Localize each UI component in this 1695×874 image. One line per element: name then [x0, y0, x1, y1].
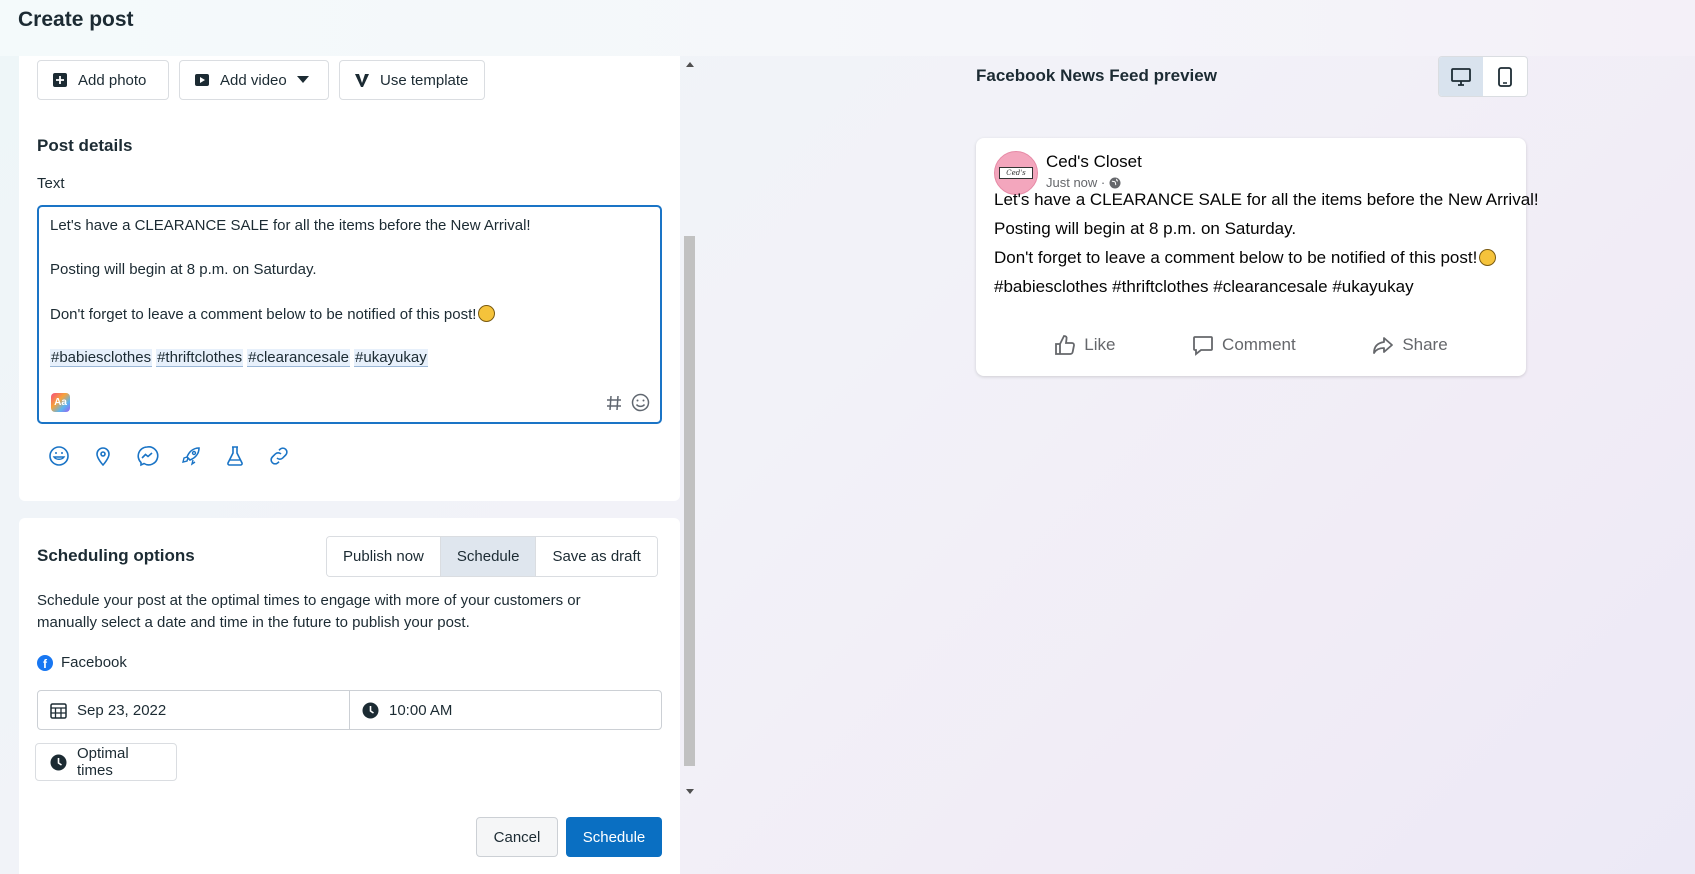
cancel-button[interactable]: Cancel — [476, 817, 558, 857]
comment-label: Comment — [1222, 335, 1296, 354]
optimal-times-label: Optimal times — [77, 745, 129, 779]
page-logo-icon: Ced's — [999, 167, 1033, 179]
text-line-2: Posting will begin at 8 p.m. on Saturday… — [50, 261, 317, 278]
facebook-icon: f — [37, 654, 53, 671]
preview-device-toggle — [1438, 56, 1528, 97]
footer-bar: Cancel Schedule — [19, 798, 680, 874]
page-title: Create post — [18, 8, 134, 31]
time-value: 10:00 AM — [389, 701, 453, 719]
clock-icon — [362, 702, 379, 718]
scheduling-card: Scheduling options Publish now Schedule … — [19, 518, 680, 798]
hashtag[interactable]: #ukayukay — [354, 349, 428, 367]
text-format-icon[interactable]: Aa — [51, 393, 70, 412]
editor-scroll-area: Add photo Add video Use template Post de… — [19, 56, 680, 798]
optimal-times-button[interactable]: Optimal times — [35, 743, 177, 781]
preview-line-3-text: Don't forget to leave a comment below to… — [994, 248, 1478, 267]
mobile-preview-button[interactable] — [1483, 57, 1527, 96]
preview-line-1: Let's have a CLEARANCE SALE for all the … — [994, 190, 1539, 209]
use-template-label: Use template — [380, 71, 469, 89]
platform-label-row: f Facebook — [37, 654, 127, 671]
share-action[interactable]: Share — [1372, 334, 1448, 356]
desktop-preview-button[interactable] — [1439, 57, 1483, 96]
time-picker[interactable]: 10:00 AM — [349, 691, 661, 729]
calendar-icon — [50, 702, 67, 719]
top-bar: Create post — [0, 0, 1695, 56]
add-photo-button[interactable]: Add photo — [37, 60, 169, 100]
post-tools — [47, 444, 291, 468]
timestamp-text: Just now · — [1046, 175, 1106, 190]
globe-icon — [1109, 177, 1121, 188]
comment-icon — [1193, 336, 1213, 356]
preview-line-2: Posting will begin at 8 p.m. on Saturday… — [994, 219, 1297, 238]
text-line-1: Let's have a CLEARANCE SALE for all the … — [50, 217, 531, 234]
scheduling-description: Schedule your post at the optimal times … — [37, 592, 581, 631]
mobile-icon — [1498, 66, 1512, 87]
location-icon[interactable] — [91, 444, 115, 468]
thumbs-up-icon — [1055, 335, 1076, 355]
hashtag-icon[interactable] — [605, 394, 623, 412]
add-video-button[interactable]: Add video — [179, 60, 329, 100]
share-icon — [1373, 337, 1394, 354]
desktop-icon — [1451, 67, 1471, 86]
text-line-3-text: Don't forget to leave a comment below to… — [50, 306, 477, 323]
facebook-post-preview: Ced's Ced's Closet Just now · Let's have… — [976, 138, 1539, 376]
add-photo-icon — [53, 73, 67, 87]
platform-name: Facebook — [61, 654, 127, 671]
template-icon — [355, 74, 369, 87]
post-details-card: Post details Text Let's have a CLEARANCE… — [19, 117, 680, 501]
add-video-label: Add video — [220, 71, 287, 89]
hashtag[interactable]: #babiesclothes — [50, 349, 153, 367]
feeling-icon[interactable] — [47, 444, 71, 468]
video-icon — [195, 74, 209, 86]
preview-title: Facebook News Feed preview — [976, 66, 1217, 85]
scroll-up-arrow-icon[interactable] — [686, 62, 694, 67]
boost-rocket-icon[interactable] — [179, 444, 203, 468]
text-line-3: Don't forget to leave a comment below to… — [50, 305, 496, 323]
link-icon[interactable] — [267, 444, 291, 468]
page-avatar: Ced's — [994, 151, 1038, 195]
page-name: Ced's Closet — [1046, 152, 1142, 171]
flask-icon[interactable] — [223, 444, 247, 468]
messenger-icon[interactable] — [135, 444, 159, 468]
text-label: Text — [37, 175, 65, 192]
scroll-down-arrow-icon[interactable] — [686, 789, 694, 794]
preview-line-3: Don't forget to leave a comment below to… — [994, 248, 1497, 268]
date-value: Sep 23, 2022 — [77, 701, 167, 719]
scheduling-title: Scheduling options — [37, 546, 195, 565]
like-label: Like — [1084, 335, 1116, 354]
save-as-draft-option[interactable]: Save as draft — [536, 537, 657, 576]
laughing-emoji-icon — [478, 305, 496, 322]
post-timestamp: Just now · — [1046, 175, 1121, 190]
hashtag-line: #babiesclothes #thriftclothes #clearance… — [50, 349, 428, 367]
schedule-option[interactable]: Schedule — [440, 537, 537, 576]
caret-down-icon — [296, 76, 309, 83]
date-time-row: Sep 23, 2022 10:00 AM — [37, 690, 662, 730]
hashtag[interactable]: #clearancesale — [247, 349, 351, 367]
add-photo-label: Add photo — [78, 71, 147, 89]
publish-now-option[interactable]: Publish now — [327, 537, 441, 576]
clock-icon — [50, 754, 67, 770]
textbox-icons — [605, 393, 650, 412]
scroll-thumb[interactable] — [684, 236, 695, 766]
share-label: Share — [1402, 335, 1448, 354]
smiley-icon[interactable] — [631, 393, 650, 412]
laughing-emoji-icon — [1479, 249, 1497, 266]
preview-hashtags: #babiesclothes #thriftclothes #clearance… — [994, 277, 1414, 296]
comment-action[interactable]: Comment — [1192, 334, 1296, 356]
post-details-title: Post details — [37, 136, 133, 155]
post-text-input[interactable]: Let's have a CLEARANCE SALE for all the … — [37, 205, 662, 424]
date-picker[interactable]: Sep 23, 2022 — [38, 691, 349, 729]
use-template-button[interactable]: Use template — [339, 60, 485, 100]
hashtag[interactable]: #thriftclothes — [156, 349, 244, 367]
editor-scrollbar[interactable] — [682, 56, 697, 798]
publish-mode-selector: Publish now Schedule Save as draft — [326, 536, 658, 577]
like-action[interactable]: Like — [1054, 334, 1115, 356]
post-actions: Like Comment Share — [976, 334, 1526, 356]
schedule-button[interactable]: Schedule — [566, 817, 662, 857]
